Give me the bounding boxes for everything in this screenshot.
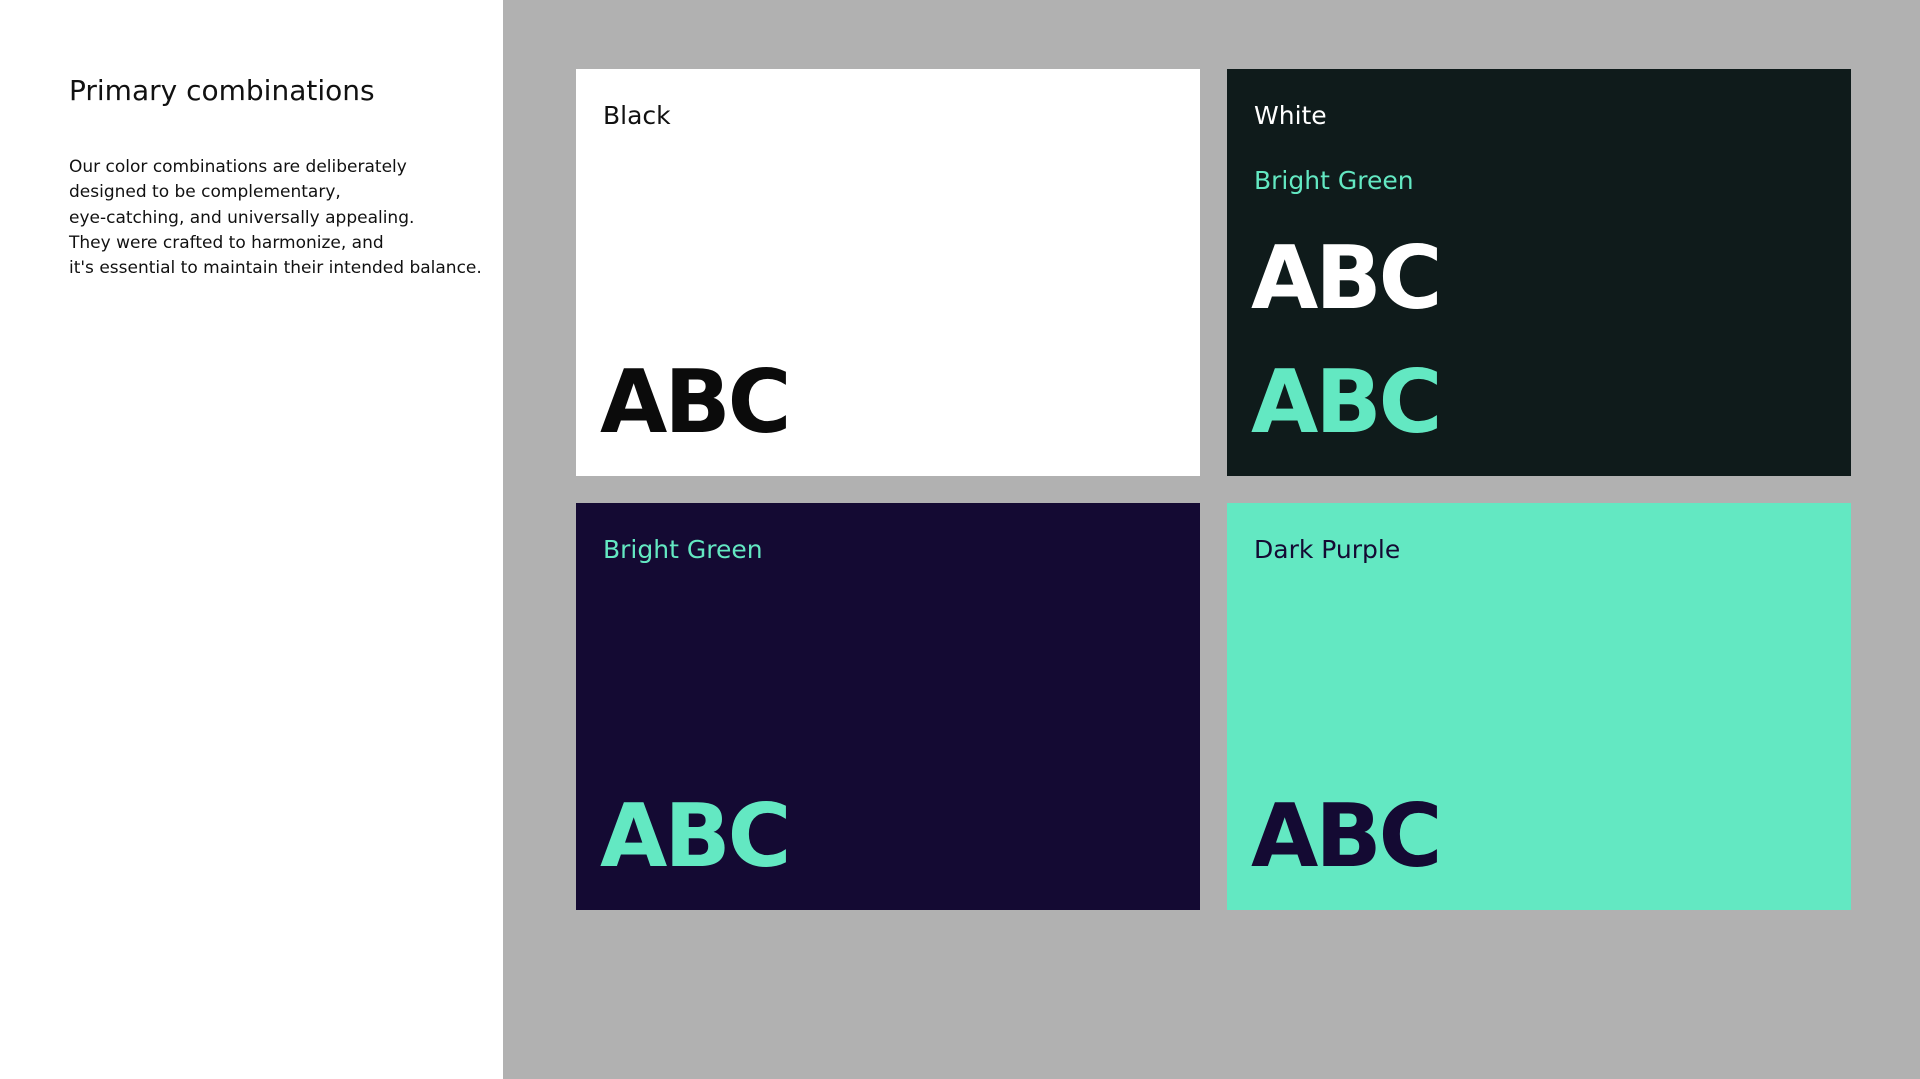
left-panel: Primary combinations Our color combinati… [0,0,503,1079]
swatch-label-bright-green: Bright Green [1254,166,1414,195]
swatch-label-dark-purple: Dark Purple [1254,535,1401,564]
swatch-label-white: White [1254,101,1327,130]
sample-text-bright-green: ABC [1251,351,1442,453]
description-line: eye-catching, and universally appealing. [69,207,415,228]
sample-text-dark-purple: ABC [1251,785,1442,887]
description-line: designed to be complementary, [69,182,341,203]
description-line: it's essential to maintain their intende… [69,258,482,279]
sample-text-bright-green: ABC [600,785,791,887]
sample-text-white: ABC [1251,227,1442,329]
page-title: Primary combinations [69,74,375,107]
swatch-card-black-on-white: Black ABC [576,69,1200,476]
swatch-label-black: Black [603,101,671,130]
description-line: Our color combinations are deliberately [69,157,407,177]
swatch-card-purple-on-green: Dark Purple ABC [1227,503,1851,910]
description: Our color combinations are deliberately … [69,155,489,281]
sample-text-black: ABC [600,351,791,453]
description-line: They were crafted to harmonize, and [69,232,384,253]
swatch-card-green-on-purple: Bright Green ABC [576,503,1200,910]
swatch-label-bright-green: Bright Green [603,535,763,564]
swatch-card-on-dark: White Bright Green ABC ABC [1227,69,1851,476]
